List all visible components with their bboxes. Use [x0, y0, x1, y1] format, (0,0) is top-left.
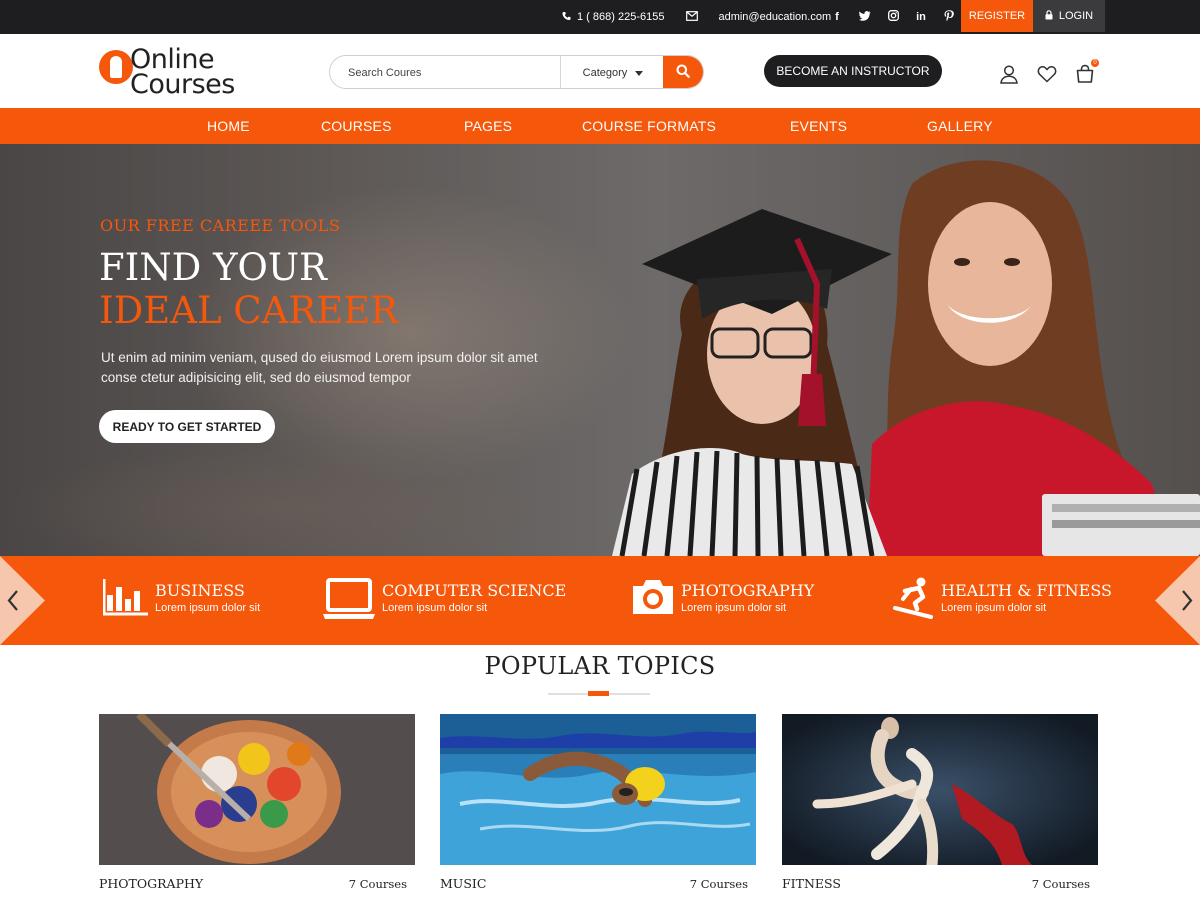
- twitter-icon[interactable]: [858, 10, 872, 24]
- mail-icon: [686, 10, 699, 24]
- topic-course-count: 7 Courses: [1031, 877, 1090, 891]
- cart-icon[interactable]: 0: [1074, 59, 1099, 85]
- phone-number[interactable]: 1 ( 868) 225-6155: [577, 11, 664, 23]
- category-health-fitness[interactable]: HEALTH & FITNESS Lorem ipsum dolor sit: [893, 577, 1112, 627]
- category-computer-science-subtitle: Lorem ipsum dolor sit: [382, 602, 488, 614]
- category-computer-science-title: COMPUTER SCIENCE: [382, 581, 567, 600]
- category-business[interactable]: BUSINESS Lorem ipsum dolor sit: [102, 577, 261, 627]
- category-health-fitness-subtitle: Lorem ipsum dolor sit: [941, 602, 1047, 614]
- contact-info: 1 ( 868) 225-6155 admin@education.com: [562, 0, 831, 34]
- category-label: Category: [582, 67, 628, 79]
- category-photography-subtitle: Lorem ipsum dolor sit: [681, 602, 787, 614]
- slider-next-arrow[interactable]: [1155, 556, 1200, 645]
- instagram-icon[interactable]: [886, 10, 900, 24]
- category-photography-title: PHOTOGRAPHY: [681, 581, 815, 600]
- category-business-subtitle: Lorem ipsum dolor sit: [155, 602, 261, 614]
- register-button[interactable]: REGISTER: [961, 0, 1033, 32]
- login-label: LOGIN: [1058, 10, 1094, 22]
- linkedin-icon[interactable]: in: [914, 11, 928, 23]
- topic-course-count: 7 Courses: [348, 877, 407, 891]
- facebook-icon[interactable]: f: [830, 11, 844, 23]
- hero-eyebrow: OUR FREE CAREEE TOOLS: [100, 216, 341, 235]
- become-instructor-label: BECOME AN INSTRUCTOR: [776, 64, 930, 78]
- bar-chart-icon: [102, 577, 149, 622]
- category-health-fitness-title: HEALTH & FITNESS: [941, 581, 1112, 600]
- hero-students-image: [612, 160, 1200, 556]
- heading-divider: [548, 691, 650, 696]
- heart-icon[interactable]: [1036, 63, 1058, 85]
- search-icon: [676, 64, 690, 83]
- caret-down-icon: [635, 70, 644, 76]
- get-started-label: READY TO GET STARTED: [112, 419, 262, 434]
- nav-events[interactable]: EVENTS: [790, 108, 847, 144]
- slider-prev-arrow[interactable]: [0, 556, 45, 645]
- nav-gallery[interactable]: GALLERY: [927, 108, 993, 144]
- nav-courses[interactable]: COURSES: [321, 108, 392, 144]
- dancers-image[interactable]: [782, 714, 1098, 865]
- topic-card-photography[interactable]: PHOTOGRAPHY 7 Courses: [99, 714, 415, 900]
- cart-count-badge: 0: [1091, 59, 1099, 67]
- header-icons: 0: [998, 59, 1099, 86]
- category-business-title: BUSINESS: [155, 581, 245, 600]
- social-links: f in: [830, 0, 956, 34]
- logo-text-line2: Courses: [130, 69, 235, 100]
- paint-palette-image[interactable]: [99, 714, 415, 865]
- main-nav: HOME COURSES PAGES COURSE FORMATS EVENTS…: [0, 108, 1200, 144]
- email-address[interactable]: admin@education.com: [718, 11, 831, 23]
- category-strip: BUSINESS Lorem ipsum dolor sit COMPUTER …: [0, 556, 1200, 645]
- nav-course-formats[interactable]: COURSE FORMATS: [582, 108, 716, 144]
- hero-banner: OUR FREE CAREEE TOOLS FIND YOUR IDEAL CA…: [0, 144, 1200, 556]
- camera-icon: [631, 577, 675, 622]
- topic-card-fitness[interactable]: FITNESS 7 Courses: [782, 714, 1098, 900]
- search-button[interactable]: [663, 56, 703, 88]
- topic-name[interactable]: FITNESS: [782, 876, 841, 891]
- topic-name[interactable]: MUSIC: [440, 876, 486, 891]
- site-header: Online Courses Category BECOME AN INSTRU…: [0, 34, 1200, 108]
- topic-card-music[interactable]: MUSIC 7 Courses: [440, 714, 756, 900]
- swimmer-image[interactable]: [440, 714, 756, 865]
- site-logo[interactable]: Online Courses: [99, 46, 259, 100]
- top-bar: 1 ( 868) 225-6155 admin@education.com f …: [0, 0, 1200, 34]
- hero-title-line2: IDEAL CAREER: [99, 289, 399, 332]
- become-instructor-button[interactable]: BECOME AN INSTRUCTOR: [764, 55, 942, 87]
- lock-icon: [1045, 9, 1053, 23]
- get-started-button[interactable]: READY TO GET STARTED: [99, 410, 275, 443]
- search-bar: Category: [329, 55, 704, 89]
- search-input[interactable]: [348, 64, 553, 81]
- logo-mark-icon: [99, 50, 133, 84]
- popular-topics-heading: POPULAR TOPICS: [484, 652, 716, 680]
- user-icon[interactable]: [998, 63, 1020, 85]
- register-label: REGISTER: [968, 10, 1026, 22]
- hero-description: Ut enim ad minim veniam, qused do eiusmo…: [101, 350, 538, 385]
- phone-icon: [562, 11, 571, 24]
- nav-home[interactable]: HOME: [207, 108, 250, 144]
- laptop-icon: [322, 577, 376, 626]
- topic-name[interactable]: PHOTOGRAPHY: [99, 876, 203, 891]
- login-button[interactable]: LOGIN: [1033, 0, 1105, 32]
- nav-pages[interactable]: PAGES: [464, 108, 512, 144]
- category-dropdown[interactable]: Category: [560, 56, 665, 88]
- pinterest-icon[interactable]: [942, 9, 956, 25]
- category-photography[interactable]: PHOTOGRAPHY Lorem ipsum dolor sit: [631, 577, 814, 627]
- category-computer-science[interactable]: COMPUTER SCIENCE Lorem ipsum dolor sit: [322, 577, 566, 627]
- topic-course-count: 7 Courses: [689, 877, 748, 891]
- snowboard-icon: [893, 577, 935, 624]
- hero-title-line1: FIND YOUR: [99, 246, 327, 289]
